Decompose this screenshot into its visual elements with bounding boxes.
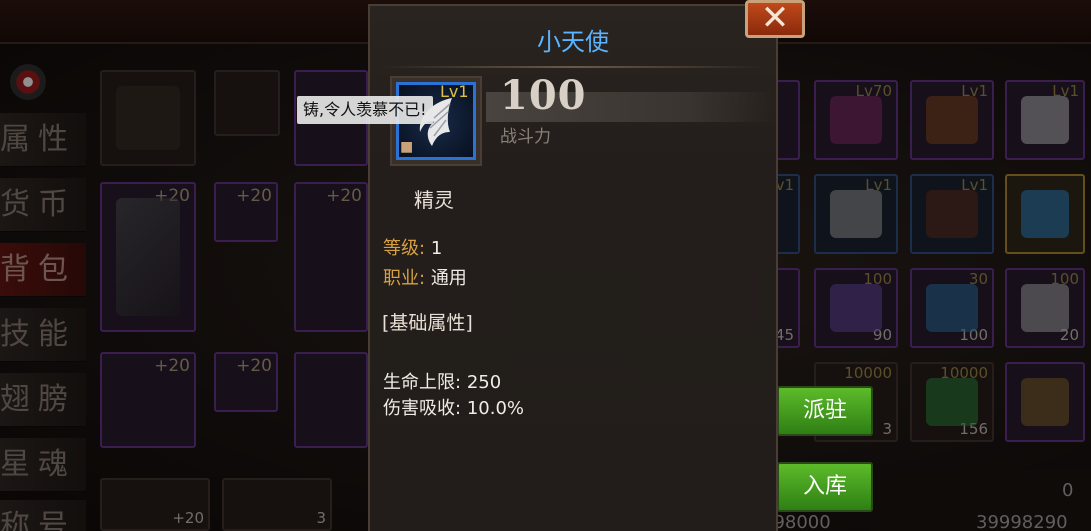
popup-title: 小天使: [537, 28, 609, 56]
combat-power-label: 战斗力: [500, 127, 551, 147]
lock-icon: ■: [400, 139, 414, 155]
level-row: 等级: 1: [383, 234, 442, 260]
divider: [380, 66, 766, 68]
attribute-label: 伤害吸收:: [383, 398, 462, 419]
class-row: 职业: 通用: [383, 264, 467, 290]
base-attributes-heading: [基础属性]: [382, 312, 473, 334]
attribute-row: 伤害吸收: 10.0%: [383, 394, 524, 420]
combat-power-value: 100: [500, 72, 587, 119]
store-button[interactable]: 入库: [777, 462, 873, 512]
level-label: 等级:: [383, 238, 426, 259]
attribute-value: 10.0%: [466, 398, 524, 419]
class-label: 职业:: [383, 268, 426, 289]
level-value: 1: [430, 238, 443, 259]
attribute-row: 生命上限: 250: [383, 368, 501, 394]
attribute-label: 生命上限:: [383, 372, 462, 393]
tooltip: 铸,令人羡慕不已!: [297, 96, 433, 124]
class-value: 通用: [430, 268, 467, 289]
attribute-value: 250: [466, 372, 502, 393]
item-level-badge: Lv1: [440, 82, 469, 101]
deploy-button[interactable]: 派驻: [777, 386, 873, 436]
item-name: 精灵: [414, 188, 454, 212]
close-button[interactable]: ✕: [745, 0, 805, 38]
